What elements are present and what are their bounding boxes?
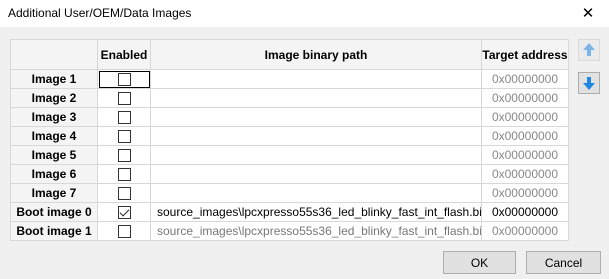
table-row: Boot image 0 source_images\lpcxpresso55s3… xyxy=(10,202,569,222)
close-icon: ✕ xyxy=(581,5,595,22)
enabled-cell[interactable] xyxy=(97,164,151,184)
enabled-cell[interactable] xyxy=(97,88,151,108)
row-label: Boot image 0 xyxy=(10,202,98,222)
enabled-checkbox[interactable] xyxy=(117,225,131,239)
enabled-checkbox[interactable] xyxy=(117,149,131,163)
enabled-cell[interactable] xyxy=(97,69,151,89)
enabled-cell[interactable] xyxy=(97,221,151,241)
enabled-checkbox[interactable] xyxy=(117,73,131,87)
table-row: Image 6 0x00000000 xyxy=(10,164,569,184)
table-row: Boot image 1 source_images\lpcxpresso55s3… xyxy=(10,221,569,241)
enabled-checkbox[interactable] xyxy=(117,206,131,220)
enabled-cell[interactable] xyxy=(97,145,151,165)
header-corner xyxy=(10,39,98,70)
image-path-cell[interactable] xyxy=(150,183,482,203)
image-path-cell[interactable] xyxy=(150,107,482,127)
row-label: Image 1 xyxy=(10,69,98,89)
enabled-checkbox[interactable] xyxy=(117,111,131,125)
table-row: Image 3 0x00000000 xyxy=(10,107,569,127)
image-path-cell[interactable] xyxy=(150,126,482,146)
target-address-cell[interactable]: 0x00000000 xyxy=(481,107,569,127)
row-label: Image 4 xyxy=(10,126,98,146)
cancel-button[interactable]: Cancel xyxy=(526,251,601,274)
row-label: Boot image 1 xyxy=(10,221,98,241)
column-header-path[interactable]: Image binary path xyxy=(150,39,482,70)
arrow-up-icon xyxy=(583,43,595,56)
column-header-enabled[interactable]: Enabled xyxy=(97,39,151,70)
table-header-row: Enabled Image binary path Target address xyxy=(10,39,569,70)
dialog-body: Enabled Image binary path Target address… xyxy=(0,27,609,279)
move-down-button[interactable] xyxy=(578,72,600,94)
row-label: Image 2 xyxy=(10,88,98,108)
enabled-checkbox[interactable] xyxy=(117,168,131,182)
row-label: Image 5 xyxy=(10,145,98,165)
table-row: Image 1 0x00000000 xyxy=(10,69,569,89)
image-path-cell[interactable]: source_images\lpcxpresso55s36_led_blinky… xyxy=(150,221,482,241)
row-label: Image 3 xyxy=(10,107,98,127)
target-address-cell[interactable]: 0x00000000 xyxy=(481,202,569,222)
enabled-cell[interactable] xyxy=(97,183,151,203)
target-address-cell[interactable]: 0x00000000 xyxy=(481,164,569,184)
images-table: Enabled Image binary path Target address… xyxy=(10,39,569,241)
table-row: Image 7 0x00000000 xyxy=(10,183,569,203)
image-path-cell[interactable]: source_images\lpcxpresso55s36_led_blinky… xyxy=(150,202,482,222)
title-bar: Additional User/OEM/Data Images ✕ xyxy=(0,0,609,27)
row-label: Image 7 xyxy=(10,183,98,203)
arrow-down-icon xyxy=(583,77,595,90)
column-header-address[interactable]: Target address xyxy=(481,39,569,70)
close-button[interactable]: ✕ xyxy=(571,1,605,25)
target-address-cell[interactable]: 0x00000000 xyxy=(481,221,569,241)
target-address-cell[interactable]: 0x00000000 xyxy=(481,183,569,203)
image-path-cell[interactable] xyxy=(150,164,482,184)
table-row: Image 5 0x00000000 xyxy=(10,145,569,165)
ok-button[interactable]: OK xyxy=(443,251,516,274)
row-label: Image 6 xyxy=(10,164,98,184)
table-row: Image 2 0x00000000 xyxy=(10,88,569,108)
target-address-cell[interactable]: 0x00000000 xyxy=(481,69,569,89)
enabled-cell[interactable] xyxy=(97,107,151,127)
image-path-cell[interactable] xyxy=(150,145,482,165)
image-path-cell[interactable] xyxy=(150,88,482,108)
enabled-checkbox[interactable] xyxy=(117,187,131,201)
target-address-cell[interactable]: 0x00000000 xyxy=(481,126,569,146)
image-path-cell[interactable] xyxy=(150,69,482,89)
target-address-cell[interactable]: 0x00000000 xyxy=(481,145,569,165)
enabled-checkbox[interactable] xyxy=(117,92,131,106)
target-address-cell[interactable]: 0x00000000 xyxy=(481,88,569,108)
window-title: Additional User/OEM/Data Images xyxy=(8,6,192,20)
enabled-cell[interactable] xyxy=(97,202,151,222)
enabled-checkbox[interactable] xyxy=(117,130,131,144)
move-up-button[interactable] xyxy=(578,39,600,61)
table-row: Image 4 0x00000000 xyxy=(10,126,569,146)
enabled-cell[interactable] xyxy=(97,126,151,146)
